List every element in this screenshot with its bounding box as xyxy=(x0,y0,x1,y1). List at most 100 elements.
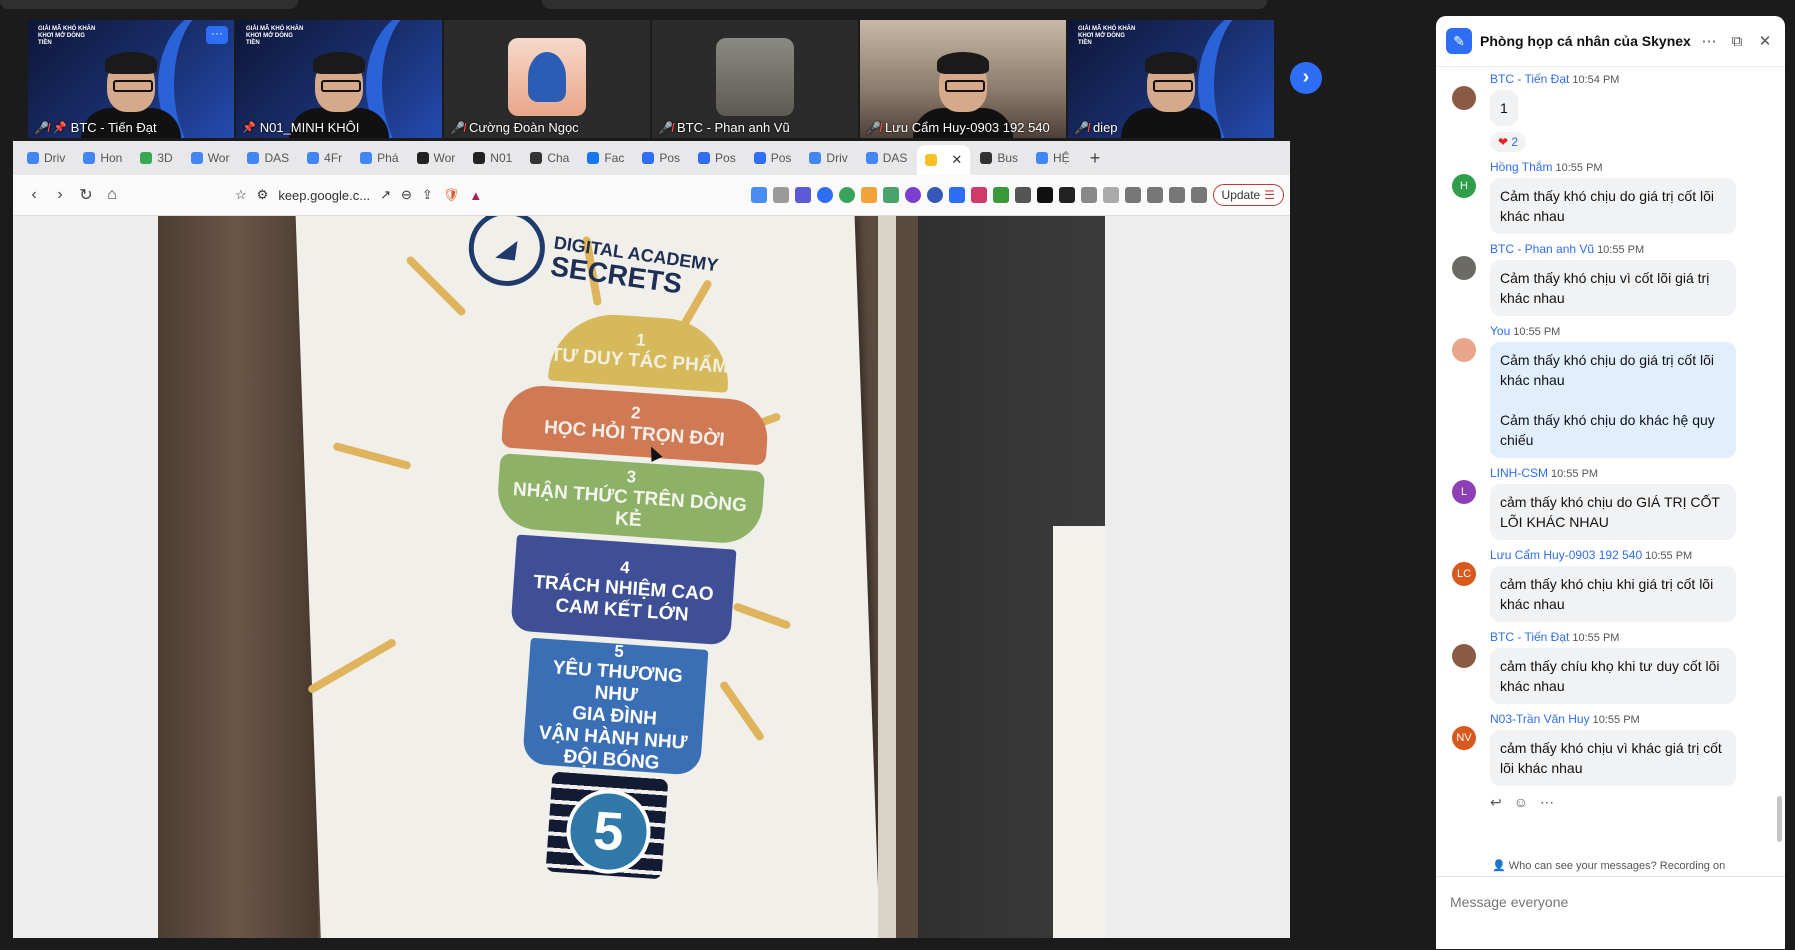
sender-name[interactable]: You xyxy=(1490,324,1510,338)
message-bubble[interactable]: cảm thấy khó chịu khi giá trị cốt lõi kh… xyxy=(1490,566,1736,622)
sender-name[interactable]: BTC - Tiến Đạt xyxy=(1490,630,1569,644)
browser-tab[interactable]: ✕ xyxy=(917,145,971,175)
message-bubble[interactable]: cảm thấy khó chịu vì khác giá trị cốt lõ… xyxy=(1490,730,1736,786)
sender-avatar[interactable]: H xyxy=(1452,174,1476,198)
browser-tab[interactable]: 4Fr xyxy=(299,145,350,171)
bookmark-icon[interactable]: ☆ xyxy=(235,187,247,203)
video-tile[interactable]: GIẢI MÃ KHÓ KHĂN KHƠI MỞ DÒNG TIỀN 🎤̸ diep xyxy=(1068,20,1274,138)
privacy-notice[interactable]: 👤 Who can see your messages? Recording o… xyxy=(1492,859,1725,872)
message-bubble[interactable]: cảm thấy khó chịu do GIÁ TRỊ CỐT LÕI KHÁ… xyxy=(1490,484,1736,540)
forward-button[interactable]: › xyxy=(47,182,73,208)
message-bubble[interactable]: Cảm thấy khó chịu do giá trị cốt lõi khá… xyxy=(1490,178,1736,234)
browser-tab[interactable]: N01 xyxy=(465,145,520,171)
message-bubble[interactable]: cảm thấy chíu khọ khi tư duy cốt lõi khá… xyxy=(1490,648,1736,704)
new-tab-button[interactable]: + xyxy=(1090,148,1101,169)
browser-tab[interactable]: Bus xyxy=(972,145,1026,171)
browser-tab[interactable]: Driv xyxy=(19,145,73,171)
sender-name[interactable]: Lưu Cẩm Huy-0903 192 540 xyxy=(1490,548,1642,562)
video-tile[interactable]: GIẢI MÃ KHÓ KHĂN KHƠI MỞ DÒNG TIỀN 📌 N01_M… xyxy=(236,20,442,138)
browser-tab[interactable]: HỆ xyxy=(1028,145,1078,171)
sender-name[interactable]: BTC - Phan anh Vũ xyxy=(1490,242,1594,256)
sidebar-icon[interactable] xyxy=(1124,187,1141,203)
browser-tab[interactable]: Pos xyxy=(634,145,688,171)
message-input[interactable] xyxy=(1448,893,1752,911)
download-icon[interactable] xyxy=(1014,187,1031,203)
video-tile[interactable]: 🎤̸ Cường Đoàn Ngọc xyxy=(444,20,650,138)
update-button[interactable]: Update ☰ xyxy=(1212,184,1284,206)
sender-name[interactable]: LINH-CSM xyxy=(1490,466,1548,480)
extension-icon[interactable] xyxy=(1102,187,1119,203)
browser-tab[interactable]: Pos xyxy=(690,145,744,171)
value-band-2: 2 HỌC HỎI TRỌN ĐỜI xyxy=(500,383,770,466)
message-bubble[interactable]: Cảm thấy khó chịu vì cốt lõi giá trị khá… xyxy=(1490,260,1736,316)
extension-icon[interactable] xyxy=(838,187,855,203)
sender-avatar[interactable]: LC xyxy=(1452,562,1476,586)
open-external-icon[interactable]: ↗ xyxy=(380,187,391,203)
extension-icon[interactable] xyxy=(816,187,833,203)
more-icon[interactable]: ⋯ xyxy=(1540,794,1554,811)
puzzle-icon[interactable] xyxy=(1080,187,1097,203)
browser-tab[interactable]: Wor xyxy=(183,145,238,171)
sender-avatar[interactable] xyxy=(1452,256,1476,280)
site-settings-icon[interactable]: ⚙ xyxy=(257,187,269,203)
browser-tab[interactable]: Pos xyxy=(746,145,800,171)
browser-tab[interactable]: Cha xyxy=(522,145,577,171)
extension-icon[interactable] xyxy=(1058,187,1075,203)
sender-avatar[interactable] xyxy=(1452,338,1476,362)
lightning-extension-icon[interactable] xyxy=(948,187,965,203)
sender-name[interactable]: N03-Trần Văn Huy xyxy=(1490,712,1590,726)
message-bubble[interactable]: 1 xyxy=(1490,90,1518,126)
address-bar[interactable]: ☆ ⚙ keep.google.c... ↗ ⊖ ⇪ 🛡 ▲ xyxy=(235,187,482,203)
sender-avatar[interactable] xyxy=(1452,86,1476,110)
chat-scrollbar[interactable] xyxy=(1777,796,1782,842)
browser-tab[interactable]: DAS xyxy=(239,145,297,171)
reload-button[interactable]: ↻ xyxy=(73,182,99,208)
share-icon[interactable]: ⇪ xyxy=(422,187,433,203)
url-text[interactable]: keep.google.c... xyxy=(278,188,370,203)
browser-tab[interactable]: 3D xyxy=(132,145,180,171)
new-extension-icon[interactable] xyxy=(882,187,899,203)
emoji-icon[interactable]: ☺ xyxy=(1514,794,1528,811)
extension-icon[interactable] xyxy=(794,187,811,203)
browser-tab[interactable]: Fac xyxy=(579,145,632,171)
extension-icon[interactable] xyxy=(970,187,987,203)
sender-name[interactable]: BTC - Tiến Đạt xyxy=(1490,72,1569,86)
leo-ai-icon[interactable] xyxy=(1168,187,1185,203)
video-tile[interactable]: GIẢI MÃ KHÓ KHĂN KHƠI MỞ DÒNG TIỀN ··· 🎤̸ 📌… xyxy=(28,20,234,138)
wallet-icon[interactable] xyxy=(1146,187,1163,203)
back-button[interactable]: ‹ xyxy=(21,182,47,208)
brave-shield-icon[interactable]: 🛡 xyxy=(443,187,460,203)
link-extension-icon[interactable] xyxy=(860,187,877,203)
tab-close-icon[interactable]: ✕ xyxy=(951,152,962,168)
extension-icon[interactable] xyxy=(904,187,921,203)
extension-icon[interactable] xyxy=(1036,187,1053,203)
more-options-icon[interactable]: ⋯ xyxy=(1699,32,1719,50)
pop-out-icon[interactable]: ⧉ xyxy=(1727,33,1747,50)
browser-tab[interactable]: Driv xyxy=(801,145,855,171)
extension-icon[interactable] xyxy=(750,187,767,203)
sender-name[interactable]: Hồng Thắm xyxy=(1490,160,1552,174)
next-videos-button[interactable]: › xyxy=(1290,62,1322,94)
heart-reaction[interactable]: ❤ 2 xyxy=(1490,132,1527,152)
camera-extension-icon[interactable] xyxy=(772,187,789,203)
download-extension-icon[interactable] xyxy=(992,187,1009,203)
video-tile[interactable]: 🎤̸ Lưu Cẩm Huy-0903 192 540 xyxy=(860,20,1066,138)
browser-tab[interactable]: Hon xyxy=(75,145,130,171)
edit-icon[interactable]: ✎ xyxy=(1446,28,1472,54)
browser-tab[interactable]: Wor xyxy=(409,145,464,171)
zoom-icon[interactable]: ⊖ xyxy=(401,187,412,203)
browser-tab[interactable]: Phá xyxy=(352,145,406,171)
browser-tab[interactable]: DAS xyxy=(858,145,916,171)
vpn-icon[interactable] xyxy=(1190,187,1207,203)
reply-icon[interactable]: ↩ xyxy=(1490,794,1502,811)
video-tile[interactable]: 🎤̸ BTC - Phan anh Vũ xyxy=(652,20,858,138)
rewards-icon[interactable]: ▲ xyxy=(469,188,482,203)
tile-more-button[interactable]: ··· xyxy=(206,26,228,44)
extension-icon[interactable] xyxy=(926,187,943,203)
sender-avatar[interactable]: NV xyxy=(1452,726,1476,750)
home-button[interactable]: ⌂ xyxy=(99,182,125,208)
sender-avatar[interactable]: L xyxy=(1452,480,1476,504)
close-icon[interactable]: ✕ xyxy=(1755,32,1775,50)
message-bubble[interactable]: Cảm thấy khó chịu do giá trị cốt lõi khá… xyxy=(1490,342,1736,458)
sender-avatar[interactable] xyxy=(1452,644,1476,668)
